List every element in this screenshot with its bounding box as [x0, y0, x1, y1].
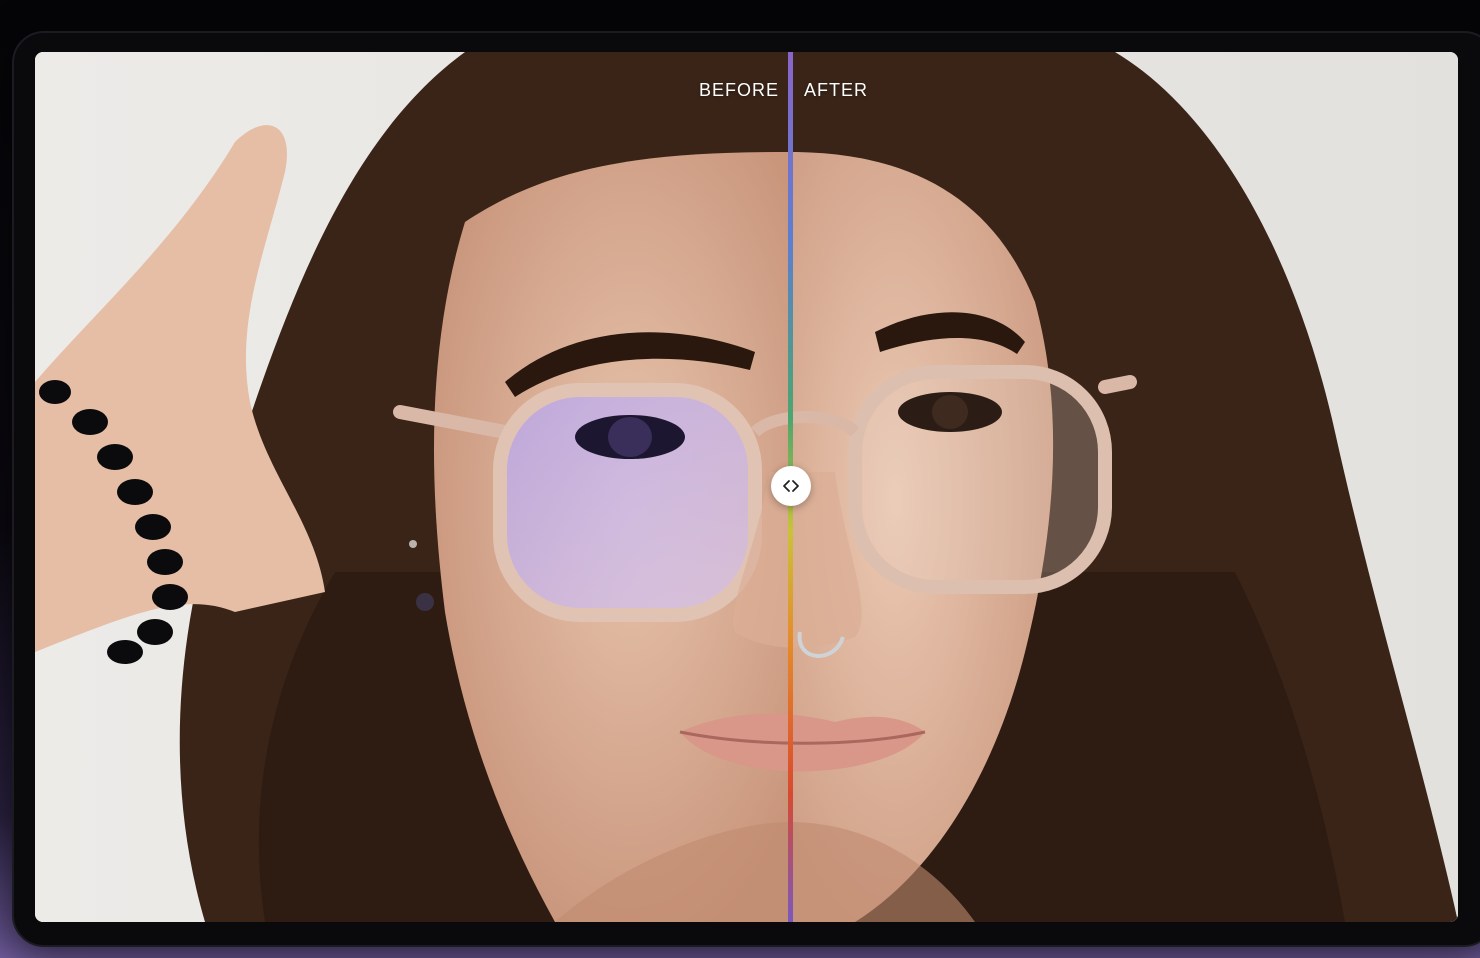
after-label: AFTER [804, 80, 869, 100]
chevrons-left-right-icon [783, 480, 799, 492]
before-after-comparison[interactable] [35, 52, 1458, 922]
before-label: BEFORE [699, 80, 780, 100]
portrait-photo [35, 52, 1458, 922]
comparison-slider-handle[interactable] [771, 466, 811, 506]
page: BEFORE AFTER [0, 0, 1480, 958]
